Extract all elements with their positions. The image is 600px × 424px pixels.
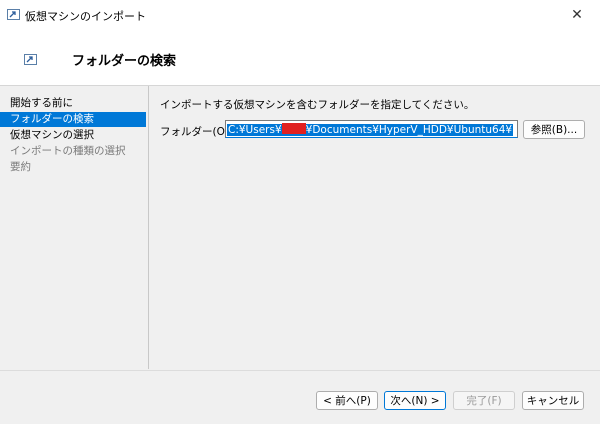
browse-button[interactable]: 参照(B)...: [523, 120, 585, 139]
import-arrow-icon: [7, 9, 20, 20]
nav-item-before-you-begin[interactable]: 開始する前に: [0, 96, 73, 111]
main-panel: インポートする仮想マシンを含むフォルダーを指定してください。 フォルダー(O):…: [148, 86, 600, 369]
nav-item-select-vm[interactable]: 仮想マシンの選択: [0, 128, 94, 143]
wizard-steps-nav: 開始する前に フォルダーの検索 仮想マシンの選択 インポートの種類の選択 要約: [0, 86, 149, 369]
folder-path-selection: C:¥Users¥ ¥Documents¥HyperV_HDD¥Ubuntu64¥: [227, 123, 514, 136]
prev-button[interactable]: < 前へ(P): [316, 391, 378, 410]
footer: < 前へ(P) 次へ(N) > 完了(F) キャンセル: [0, 370, 600, 424]
nav-item-import-type: インポートの種類の選択: [10, 145, 126, 157]
cancel-button[interactable]: キャンセル: [522, 391, 584, 410]
nav-item-summary: 要約: [10, 161, 31, 173]
nav-item-locate-folder[interactable]: フォルダーの検索: [0, 112, 146, 127]
close-button[interactable]: ✕: [554, 0, 600, 30]
finish-button: 完了(F): [453, 391, 515, 410]
folder-path-prefix: C:¥Users¥: [228, 124, 282, 136]
close-icon[interactable]: ✕: [571, 7, 583, 23]
instruction-text: インポートする仮想マシンを含むフォルダーを指定してください。: [160, 99, 475, 111]
next-button[interactable]: 次へ(N) >: [384, 391, 446, 410]
title-bar: 仮想マシンのインポート ✕: [0, 0, 600, 30]
folder-path-input[interactable]: C:¥Users¥ ¥Documents¥HyperV_HDD¥Ubuntu64¥: [225, 120, 518, 138]
folder-label: フォルダー(O):: [160, 126, 233, 138]
redaction-block: [281, 123, 306, 134]
import-arrow-icon: [24, 54, 37, 65]
folder-path-suffix: ¥Documents¥HyperV_HDD¥Ubuntu64¥: [305, 124, 513, 136]
page-header: フォルダーの検索: [0, 30, 600, 86]
page-title: フォルダーの検索: [72, 54, 177, 69]
window-title: 仮想マシンのインポート: [25, 10, 146, 23]
